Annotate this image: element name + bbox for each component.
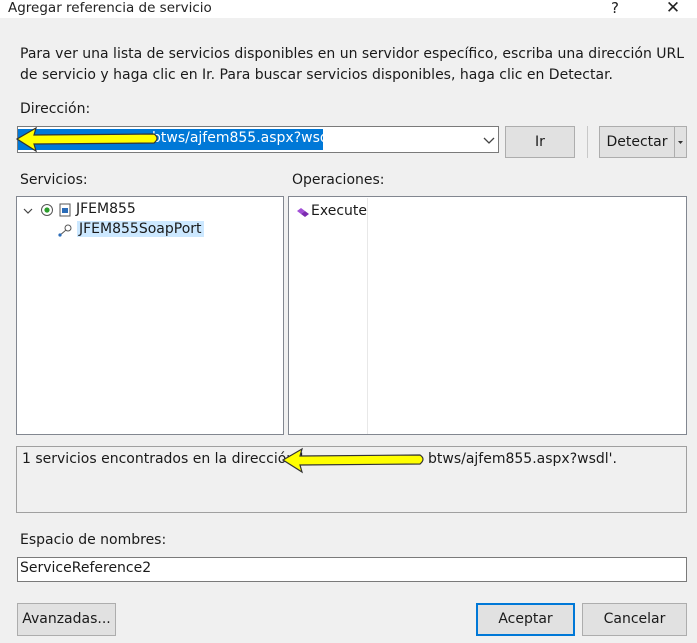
method-icon bbox=[297, 208, 309, 217]
chevron-down-icon[interactable] bbox=[480, 130, 498, 150]
separator bbox=[587, 126, 588, 158]
services-label: Servicios: bbox=[20, 172, 88, 188]
highlight-arrow-icon bbox=[15, 126, 158, 153]
operations-label: Operaciones: bbox=[292, 172, 385, 188]
status-prefix: 1 servicios encontrados en la dirección … bbox=[22, 451, 304, 467]
help-button[interactable]: ? bbox=[600, 0, 630, 18]
cancel-button[interactable]: Cancelar bbox=[582, 603, 687, 636]
services-tree[interactable]: JFEM855 JFEM855SoapPort bbox=[16, 196, 284, 435]
tree-item-label: JFEM855SoapPort bbox=[77, 221, 204, 237]
namespace-label: Espacio de nombres: bbox=[20, 532, 167, 548]
window-title: Agregar referencia de servicio bbox=[8, 0, 212, 16]
address-combobox[interactable]: btws/ajfem855.aspx?wsdl bbox=[15, 126, 499, 153]
ok-button[interactable]: Aceptar bbox=[476, 603, 575, 636]
endpoint-icon bbox=[58, 224, 72, 237]
detect-dropdown-button[interactable] bbox=[674, 126, 687, 158]
detect-button[interactable]: Detectar bbox=[599, 126, 674, 158]
go-button[interactable]: Ir bbox=[505, 126, 575, 158]
namespace-value: ServiceReference2 bbox=[20, 560, 152, 576]
caret-down-icon bbox=[678, 141, 683, 144]
tree-item-label: JFEM855 bbox=[76, 201, 136, 217]
address-value: btws/ajfem855.aspx?wsdl bbox=[152, 130, 333, 146]
operations-list[interactable]: Execute bbox=[288, 196, 687, 435]
status-box: 1 servicios encontrados en la dirección … bbox=[16, 446, 687, 513]
address-label: Dirección: bbox=[20, 101, 91, 117]
advanced-button[interactable]: Avanzadas... bbox=[17, 603, 116, 636]
column-divider bbox=[367, 198, 368, 434]
instructions-text: Para ver una lista de servicios disponib… bbox=[20, 46, 685, 83]
highlight-arrow-icon bbox=[281, 447, 424, 474]
service-globe-icon bbox=[41, 204, 53, 216]
expand-chevron-icon[interactable] bbox=[23, 205, 33, 217]
operation-label: Execute bbox=[311, 203, 367, 219]
namespace-input[interactable]: ServiceReference2 bbox=[17, 557, 687, 582]
close-button[interactable]: ✕ bbox=[658, 0, 688, 18]
status-suffix: btws/ajfem855.aspx?wsdl'. bbox=[428, 451, 617, 467]
service-icon bbox=[59, 203, 71, 217]
